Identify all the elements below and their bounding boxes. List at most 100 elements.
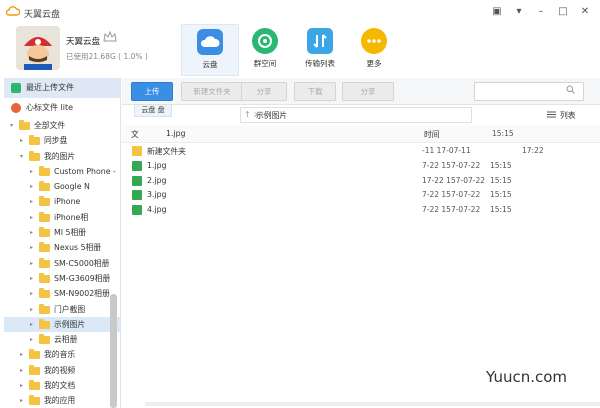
tree-item[interactable]: ▸ Google N xyxy=(4,179,120,194)
view-mode-label[interactable]: 列表 xyxy=(560,110,576,121)
tree-item-label: 云相册 xyxy=(54,335,78,345)
chevron-right-icon[interactable]: ▸ xyxy=(20,347,23,362)
chevron-right-icon[interactable]: ▸ xyxy=(30,317,33,332)
chevron-right-icon[interactable]: ▸ xyxy=(30,271,33,286)
column-time-header[interactable]: 时间 xyxy=(424,129,440,140)
tree-item[interactable]: ▸ iPhone相 xyxy=(4,210,120,225)
chevron-right-icon[interactable]: ▸ xyxy=(30,302,33,317)
folder-icon xyxy=(39,257,50,268)
file-modified: 15:15 xyxy=(490,161,512,170)
tree-item[interactable]: ▸ 我的音乐 xyxy=(4,347,120,362)
folder-icon xyxy=(29,135,40,146)
chevron-right-icon[interactable]: ▸ xyxy=(30,225,33,240)
chevron-right-icon[interactable]: ▸ xyxy=(20,378,23,393)
image-file-icon xyxy=(132,161,142,171)
tree-item[interactable]: ▸ 我的应用 xyxy=(4,393,120,408)
folder-icon xyxy=(39,288,50,299)
breadcrumb-root[interactable]: 云盘 盘 xyxy=(134,104,172,117)
tree-item[interactable]: ▾ 我的图片 xyxy=(4,149,120,164)
tree-item[interactable]: ▸ 云相册 xyxy=(4,332,120,347)
tree-item[interactable]: ▸ SM-G3609相册 xyxy=(4,271,120,286)
share-link-button[interactable]: 分享 xyxy=(342,82,394,101)
chevron-right-icon[interactable]: ▸ xyxy=(30,332,33,347)
chevron-right-icon[interactable]: ▸ xyxy=(30,256,33,271)
chevron-right-icon[interactable]: ▸ xyxy=(20,393,23,408)
chevron-right-icon[interactable]: ▸ xyxy=(20,133,23,148)
chevron-down-icon[interactable]: ▾ xyxy=(10,118,13,133)
column-name-header[interactable]: 文 xyxy=(131,129,139,140)
file-row[interactable]: 3.jpg 7-22 157-07-22 15:15 xyxy=(122,187,600,203)
sidebar-item-label: 心标文件 lite xyxy=(26,103,74,112)
nav-group-space-label: 群空间 xyxy=(253,59,277,68)
folder-icon xyxy=(29,349,40,360)
sidebar: 最近上传文件 心标文件 lite ▾ 全部文件 ▸ 同步盘 ▾ 我的图片 ▸ Custom P… xyxy=(4,78,121,408)
tree-item[interactable]: ▸ SM-C5000相册 xyxy=(4,256,120,271)
header-row-filename: 1.jpg xyxy=(166,129,186,138)
tree-item[interactable]: ▸ iPhone xyxy=(4,194,120,209)
horizontal-scrollbar[interactable] xyxy=(145,402,600,406)
file-row[interactable]: 4.jpg 7-22 157-07-22 15:15 xyxy=(122,202,600,218)
folder-icon xyxy=(39,272,50,283)
folder-icon xyxy=(132,146,142,156)
folder-tree: ▾ 全部文件 ▸ 同步盘 ▾ 我的图片 ▸ Custom Phone - ▸ Google N ▸ i… xyxy=(4,118,120,408)
chevron-right-icon[interactable]: ▸ xyxy=(30,240,33,255)
chevron-right-icon[interactable]: ▸ xyxy=(30,164,33,179)
share-button[interactable]: 分享 xyxy=(241,82,287,101)
nav-cloud-label: 云盘 xyxy=(202,60,218,69)
folder-icon xyxy=(29,364,40,375)
chevron-right-icon[interactable]: ▸ xyxy=(30,179,33,194)
avatar[interactable] xyxy=(16,26,60,70)
chevron-right-icon[interactable]: ▸ xyxy=(20,363,23,378)
file-created: 7-22 157-07-22 xyxy=(422,161,481,170)
nav-group-space-button[interactable]: 群空间 xyxy=(236,24,294,76)
crown-icon xyxy=(103,31,117,42)
tree-item[interactable]: ▾ 全部文件 xyxy=(4,118,120,133)
breadcrumb-current: 示例图片 xyxy=(256,111,288,120)
tree-item[interactable]: ▸ 我的文档 xyxy=(4,378,120,393)
minimize-button[interactable]: – xyxy=(534,5,548,19)
sidebar-scrollbar[interactable] xyxy=(110,294,117,408)
tree-item[interactable]: ▸ 示例图片 xyxy=(4,316,120,333)
folder-icon xyxy=(29,150,40,161)
chevron-down-icon[interactable]: ▾ xyxy=(20,149,23,164)
close-button[interactable]: ✕ xyxy=(578,5,592,19)
folder-icon xyxy=(39,227,50,238)
new-folder-button[interactable]: 新建文件夹 xyxy=(181,82,243,101)
tree-item[interactable]: ▸ Custom Phone - xyxy=(4,164,120,179)
file-row[interactable]: 新建文件夹 -11 17-07-11 17:22 xyxy=(122,143,600,159)
upload-button[interactable]: 上传 xyxy=(131,82,173,101)
chevron-right-icon[interactable]: ▸ xyxy=(30,210,33,225)
nav-cloud-button[interactable]: 云盘 xyxy=(181,24,239,76)
folder-icon xyxy=(39,303,50,314)
chevron-right-icon[interactable]: ▸ xyxy=(30,286,33,301)
search-icon[interactable] xyxy=(566,85,575,94)
tree-item-label: 示例图片 xyxy=(54,319,86,329)
nav-transfer-button[interactable]: 传输列表 xyxy=(291,24,349,76)
file-created: 7-22 157-07-22 xyxy=(422,190,481,199)
tree-item[interactable]: ▸ Nexus 5相册 xyxy=(4,240,120,255)
chevron-right-icon[interactable]: ▸ xyxy=(30,194,33,209)
tree-item[interactable]: ▸ 我的视频 xyxy=(4,363,120,378)
list-view-icon[interactable] xyxy=(547,111,556,118)
file-modified: 15:15 xyxy=(490,190,512,199)
maximize-button[interactable]: □ xyxy=(556,5,570,19)
file-created: 17-22 157-07-22 xyxy=(422,176,485,185)
menu-icon[interactable]: ▾ xyxy=(512,5,526,19)
tree-item-label: iPhone xyxy=(54,197,81,207)
tree-item-label: Custom Phone - xyxy=(54,166,116,176)
feedback-icon[interactable]: ▣ xyxy=(490,5,504,19)
sidebar-item-recent-uploads[interactable]: 最近上传文件 xyxy=(4,78,120,98)
sidebar-item-favorites[interactable]: 心标文件 lite xyxy=(4,98,120,118)
tree-item[interactable]: ▸ 同步盘 xyxy=(4,133,120,148)
nav-more-button[interactable]: 更多 xyxy=(345,24,403,76)
file-row[interactable]: 1.jpg 7-22 157-07-22 15:15 xyxy=(122,158,600,174)
tree-item-label: 我的图片 xyxy=(44,151,76,161)
file-modified: 17:22 xyxy=(522,146,544,155)
tree-item-label: 我的视频 xyxy=(44,365,76,375)
tree-item[interactable]: ▸ MI 5相册 xyxy=(4,225,120,240)
tree-item[interactable]: ▸ SM-N9002相册 xyxy=(4,286,120,301)
tree-item[interactable]: ▸ 门户截图 xyxy=(4,302,120,317)
download-button[interactable]: 下载 xyxy=(294,82,336,101)
user-name: 天翼云盘 xyxy=(66,37,101,47)
group-space-icon xyxy=(252,28,278,54)
